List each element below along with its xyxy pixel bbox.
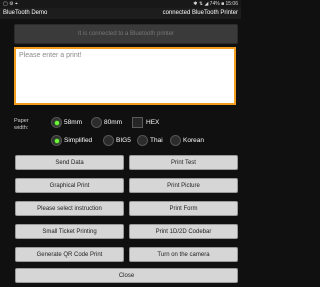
radio-simplified[interactable]: Simplified [51,135,92,146]
print-input-container[interactable] [14,47,236,105]
radio-button[interactable] [137,135,148,146]
qr-code-print-button[interactable]: Generate QR Code Print [15,247,124,262]
paper-width-label: Paper width: [14,118,29,131]
print-picture-button[interactable]: Print Picture [129,178,238,193]
radio-58mm-label: 58mm [64,119,83,126]
paper-label-line2: width: [14,124,29,131]
send-data-button[interactable]: Send Data [15,155,124,170]
radio-korean[interactable]: Korean [170,135,204,146]
checkbox-box[interactable] [132,117,143,128]
status-icons-left: ▢ ⚙ ⌖ [3,1,18,7]
radio-big5-label: BIG5 [116,137,131,144]
radio-80mm[interactable]: 80mm [91,117,122,128]
radio-button[interactable] [91,117,102,128]
connection-banner: It is connected to a Bluetooth printer [14,24,238,44]
radio-58mm[interactable]: 58mm [51,117,82,128]
radio-button-selected[interactable] [51,135,62,146]
app-title: BlueTooth Demo [3,10,48,16]
radio-button[interactable] [103,135,114,146]
radio-thai[interactable]: Thai [137,135,163,146]
graphical-print-button[interactable]: Graphical Print [15,178,124,193]
status-indicators: ✱ ⇅ ◢ 74% ■ 15:06 [193,1,238,7]
close-button[interactable]: Close [15,268,238,283]
print-test-button[interactable]: Print Test [129,155,238,170]
small-ticket-button[interactable]: Small Ticket Printing [15,224,124,239]
camera-button[interactable]: Turn on the camera [129,247,238,262]
select-instruction-button[interactable]: Please select instruction [15,201,124,216]
radio-big5[interactable]: BIG5 [103,135,131,146]
connection-status: connected BlueTooth Printer [162,10,238,16]
radio-button[interactable] [170,135,181,146]
radio-button-selected[interactable] [51,117,62,128]
print-text-input[interactable] [16,49,234,103]
title-bar: BlueTooth Demo connected BlueTooth Print… [0,8,241,19]
hex-label: HEX [146,119,160,126]
radio-korean-label: Korean [183,137,204,144]
print-codebar-button[interactable]: Print 1D/2D Codebar [129,224,238,239]
radio-simplified-label: Simplified [64,137,93,144]
print-form-button[interactable]: Print Form [129,201,238,216]
radio-80mm-label: 80mm [104,119,123,126]
status-bar: ▢ ⚙ ⌖ ✱ ⇅ ◢ 74% ■ 15:06 [0,0,241,8]
radio-thai-label: Thai [150,137,163,144]
paper-label-line1: Paper [14,118,29,124]
hex-checkbox[interactable]: HEX [132,117,159,128]
